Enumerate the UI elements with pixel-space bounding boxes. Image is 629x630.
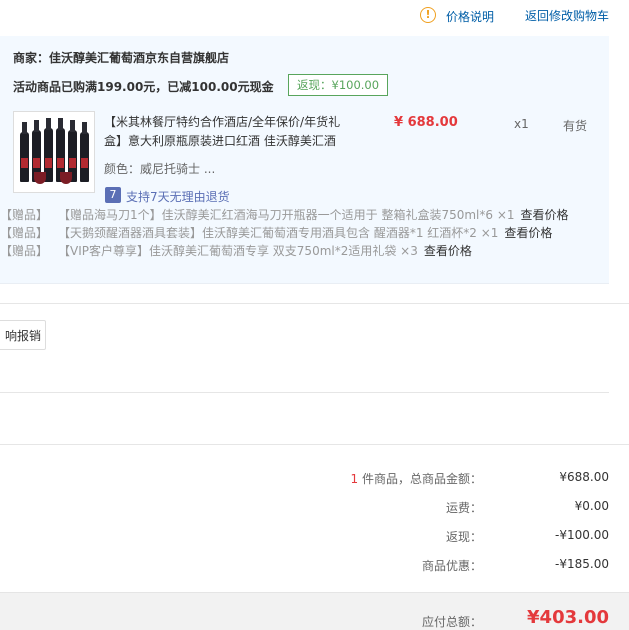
discount-value: -¥185.00	[555, 557, 609, 571]
cashback-label: 返现：	[445, 530, 482, 544]
stock-status: 有货	[563, 119, 588, 133]
shipping-value: ¥0.00	[574, 499, 609, 513]
gift-tag: 【赠品】	[0, 226, 49, 240]
view-price-link[interactable]: 查看价格	[424, 244, 472, 258]
cashback-tag: 返现：¥100.00	[288, 74, 389, 96]
gift-item: 【赠品】 【VIP客户尊享】佳沃醇美汇葡萄酒专享 双支750ml*2适用礼袋 ×3…	[0, 242, 472, 260]
promotion-text: 活动商品已购满199.00元，已减100.00元现金	[13, 80, 274, 94]
gift-tag: 【赠品】	[0, 244, 49, 258]
cashback-value: -¥100.00	[555, 528, 609, 542]
return-policy-text: 支持7天无理由退货	[126, 190, 230, 204]
product-quantity: x1	[514, 117, 529, 131]
divider	[0, 392, 609, 393]
report-button[interactable]: 响报销	[0, 320, 46, 350]
summary-items-row: 1 件商品，总商品金额： ¥688.00	[0, 470, 609, 488]
gift-tag: 【赠品】	[0, 208, 49, 222]
top-bar: ! 价格说明 返回修改购物车	[0, 0, 629, 34]
gift-title-link[interactable]: 【VIP客户尊享】佳沃醇美汇葡萄酒专享 双支750ml*2适用礼袋 ×3	[58, 244, 418, 258]
shop-order-panel: 商家：佳沃醇美汇葡萄酒京东自营旗舰店 活动商品已购满199.00元，已减100.…	[0, 36, 609, 284]
back-to-cart-link[interactable]: 返回修改购物车	[525, 7, 609, 24]
summary-shipping-row: 运费： ¥0.00	[0, 499, 609, 517]
product-title-link[interactable]: 【米其林餐厅特约合作酒店/全年保价/年货礼盒】意大利原瓶原装进口红酒 佳沃醇美汇…	[104, 113, 350, 151]
seller-name: 商家：佳沃醇美汇葡萄酒京东自营旗舰店	[13, 51, 230, 65]
total-label: 应付总额：	[421, 615, 482, 629]
price-explanation-link[interactable]: 价格说明	[446, 8, 494, 25]
gift-item: 【赠品】 【天鹅颈醒酒器酒具套装】佳沃醇美汇葡萄酒专用酒具包含 醒酒器*1 红酒杯…	[0, 224, 552, 242]
view-price-link[interactable]: 查看价格	[521, 208, 569, 222]
summary-cashback-row: 返现： -¥100.00	[0, 528, 609, 546]
total-amount: ¥403.00	[527, 607, 609, 628]
shipping-label: 运费：	[445, 501, 482, 515]
total-bar: 应付总额： ¥403.00	[0, 592, 629, 630]
items-total-value: ¥688.00	[559, 470, 609, 484]
product-color: 颜色：威尼托骑士 ...	[104, 162, 216, 176]
info-icon[interactable]: !	[420, 7, 436, 23]
items-total-label: 1 件商品，总商品金额：	[350, 472, 482, 486]
gift-title-link[interactable]: 【天鹅颈醒酒器酒具套装】佳沃醇美汇葡萄酒专用酒具包含 醒酒器*1 红酒杯*2 ×…	[58, 226, 498, 240]
gift-item: 【赠品】 【赠品海马刀1个】佳沃醇美汇红酒海马刀开瓶器一个适用于 整箱礼盒装750…	[0, 206, 569, 224]
product-image[interactable]	[13, 111, 95, 193]
summary-discount-row: 商品优惠： -¥185.00	[0, 557, 609, 575]
discount-label: 商品优惠：	[421, 559, 482, 573]
return-policy-icon: 7	[105, 187, 121, 203]
product-price: ¥ 688.00	[394, 115, 458, 130]
divider	[0, 444, 629, 445]
gift-title-link[interactable]: 【赠品海马刀1个】佳沃醇美汇红酒海马刀开瓶器一个适用于 整箱礼盒装750ml*6…	[58, 208, 515, 222]
divider	[0, 303, 629, 304]
view-price-link[interactable]: 查看价格	[504, 226, 552, 240]
